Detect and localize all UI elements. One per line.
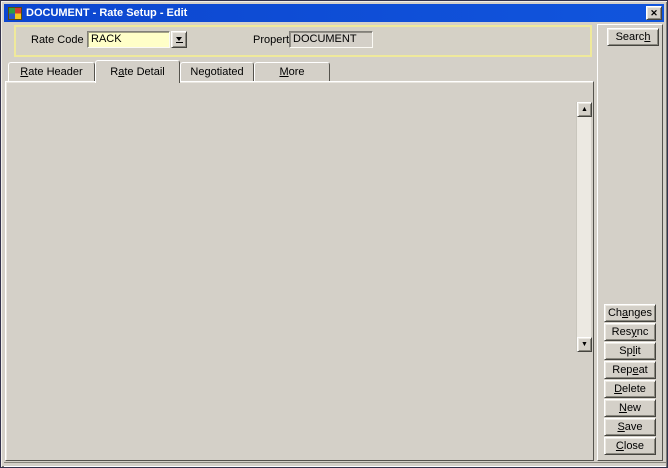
property-field: DOCUMENT [289, 31, 373, 48]
split-button[interactable]: Split [604, 342, 656, 360]
tab-rate-detail[interactable]: Rate Detail [95, 60, 180, 83]
tab-negotiated[interactable]: Negotiated [180, 62, 254, 82]
chevron-down-icon [176, 37, 182, 41]
rate-code-label: Rate Code [31, 34, 84, 46]
search-button[interactable]: Search [607, 28, 659, 46]
close-icon[interactable]: ✕ [646, 6, 662, 20]
tab-more[interactable]: More [254, 62, 330, 82]
rate-code-dropdown-button[interactable] [171, 31, 187, 48]
app-icon [8, 7, 22, 20]
save-button[interactable]: Save [604, 418, 656, 436]
rate-setup-window: DOCUMENT - Rate Setup - Edit ✕ Rate Code… [0, 0, 668, 468]
title-bar[interactable]: DOCUMENT - Rate Setup - Edit ✕ [4, 4, 664, 22]
resync-button[interactable]: Resync [604, 323, 656, 341]
delete-button[interactable]: Delete [604, 380, 656, 398]
rate-code-input[interactable]: RACK [87, 31, 170, 48]
window-title: DOCUMENT - Rate Setup - Edit [26, 7, 187, 19]
table-scrollbar[interactable]: ▲ ▼ [576, 102, 591, 352]
repeat-button[interactable]: Repeat [604, 361, 656, 379]
close-button[interactable]: Close [604, 437, 656, 455]
changes-button[interactable]: Changes [604, 304, 656, 322]
new-button[interactable]: New [604, 399, 656, 417]
tab-rate-header[interactable]: Rate Header [8, 62, 95, 82]
scroll-up-icon[interactable]: ▲ [577, 102, 592, 117]
status-bar [4, 462, 666, 467]
scroll-down-icon[interactable]: ▼ [577, 337, 592, 352]
rate-detail-tab-panel [5, 81, 594, 461]
